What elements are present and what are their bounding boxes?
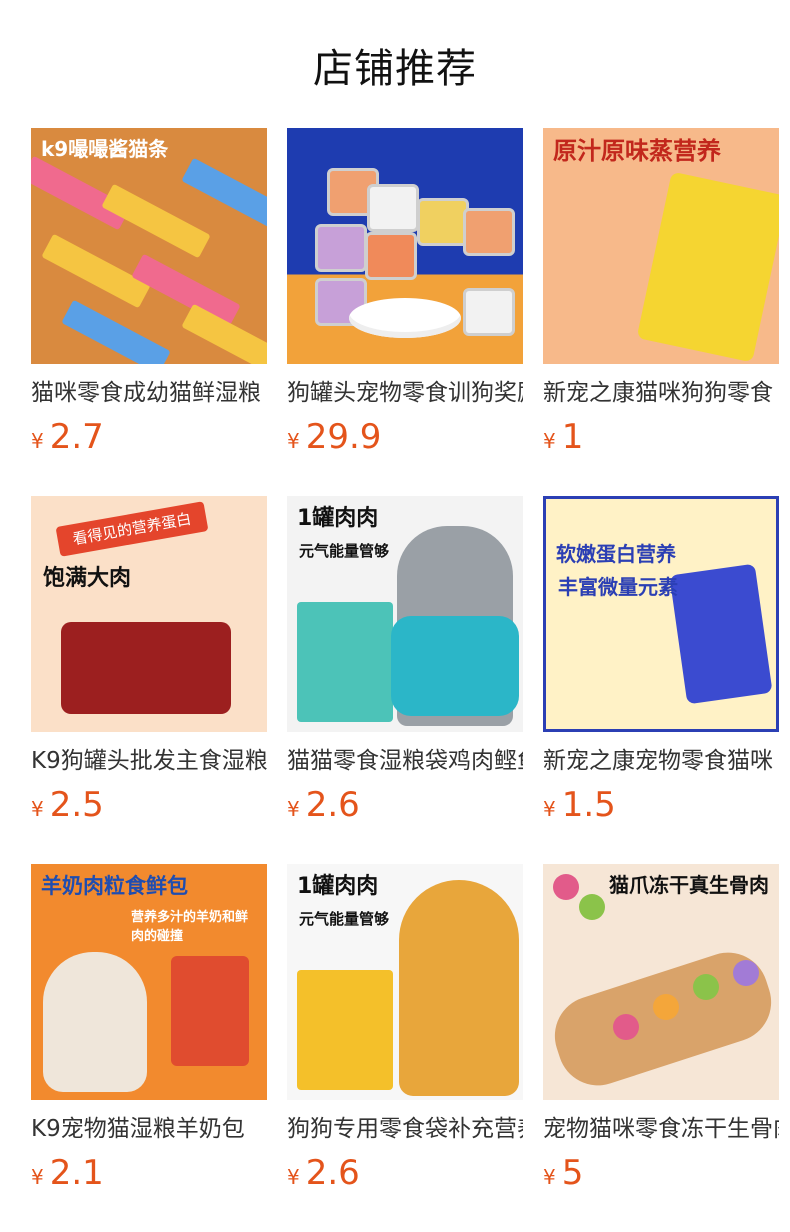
image-caption: 看得见的营养蛋白	[55, 501, 209, 557]
price-value: 29.9	[305, 417, 382, 457]
product-name[interactable]: 猫猫零食湿粮袋鸡肉鲣鱼	[287, 746, 523, 776]
product-card[interactable]: k9嘬嘬酱猫条 猫咪零食成幼猫鲜湿粮 ¥2.7	[31, 128, 267, 460]
product-price: ¥2.5	[31, 782, 267, 828]
currency-symbol: ¥	[543, 1165, 556, 1189]
product-price: ¥2.6	[287, 782, 523, 828]
currency-symbol: ¥	[31, 797, 44, 821]
product-price: ¥1	[543, 414, 779, 460]
image-caption: k9嘬嘬酱猫条	[41, 137, 169, 161]
image-caption: 羊奶肉粒食鲜包	[41, 874, 188, 898]
image-caption-2: 饱满大肉	[43, 566, 132, 591]
product-name[interactable]: 狗罐头宠物零食训狗奖励	[287, 378, 523, 408]
price-value: 2.7	[49, 417, 104, 457]
price-value: 1	[561, 417, 584, 457]
currency-symbol: ¥	[543, 429, 556, 453]
price-value: 2.1	[49, 1153, 104, 1193]
currency-symbol: ¥	[287, 1165, 300, 1189]
currency-symbol: ¥	[31, 1165, 44, 1189]
product-price: ¥2.1	[31, 1150, 267, 1196]
product-image[interactable]: 软嫩蛋白营养 丰富微量元素	[543, 496, 779, 732]
product-price: ¥2.6	[287, 1150, 523, 1196]
image-caption-2: 元气能量管够	[299, 542, 390, 560]
product-card[interactable]: 羊奶肉粒食鲜包 营养多汁的羊奶和鲜肉的碰撞 K9宠物猫湿粮羊奶包 ¥2.1	[31, 864, 267, 1196]
product-name[interactable]: K9狗罐头批发主食湿粮	[31, 746, 267, 776]
product-image[interactable]: 1罐肉肉 元气能量管够	[287, 496, 523, 732]
product-card[interactable]: 1罐肉肉 元气能量管够 猫猫零食湿粮袋鸡肉鲣鱼 ¥2.6	[287, 496, 523, 828]
product-name[interactable]: 新宠之康宠物零食猫咪	[543, 746, 779, 776]
currency-symbol: ¥	[31, 429, 44, 453]
image-caption: 软嫩蛋白营养	[556, 542, 676, 566]
price-value: 5	[561, 1153, 584, 1193]
product-name[interactable]: K9宠物猫湿粮羊奶包	[31, 1114, 267, 1144]
product-card[interactable]: 猫爪冻干真生骨肉 宠物猫咪零食冻干生骨肉 ¥5	[543, 864, 779, 1196]
image-caption: 1罐肉肉	[297, 874, 379, 899]
image-caption: 猫爪冻干真生骨肉	[609, 873, 769, 897]
product-image[interactable]: 猫爪冻干真生骨肉	[543, 864, 779, 1100]
product-image[interactable]: 1罐肉肉 元气能量管够	[287, 864, 523, 1100]
product-image[interactable]	[287, 128, 523, 364]
price-value: 1.5	[561, 785, 616, 825]
product-image[interactable]: k9嘬嘬酱猫条	[31, 128, 267, 364]
product-image[interactable]: 原汁原味蒸营养	[543, 128, 779, 364]
image-caption: 原汁原味蒸营养	[553, 137, 721, 165]
product-price: ¥1.5	[543, 782, 779, 828]
product-grid: k9嘬嘬酱猫条 猫咪零食成幼猫鲜湿粮 ¥2.7 狗罐头宠物零食训狗奖励 ¥29.…	[0, 0, 790, 1232]
product-price: ¥2.7	[31, 414, 267, 460]
image-caption-2: 丰富微量元素	[558, 575, 678, 599]
currency-symbol: ¥	[543, 797, 556, 821]
image-caption: 1罐肉肉	[297, 506, 379, 531]
product-name[interactable]: 新宠之康猫咪狗狗零食	[543, 378, 779, 408]
price-value: 2.5	[49, 785, 104, 825]
product-name[interactable]: 宠物猫咪零食冻干生骨肉	[543, 1114, 779, 1144]
product-card[interactable]: 软嫩蛋白营养 丰富微量元素 新宠之康宠物零食猫咪 ¥1.5	[543, 496, 779, 828]
price-value: 2.6	[305, 1153, 360, 1193]
product-card[interactable]: 狗罐头宠物零食训狗奖励 ¥29.9	[287, 128, 523, 460]
product-name[interactable]: 狗狗专用零食袋补充营养	[287, 1114, 523, 1144]
price-value: 2.6	[305, 785, 360, 825]
currency-symbol: ¥	[287, 797, 300, 821]
product-image[interactable]: 羊奶肉粒食鲜包 营养多汁的羊奶和鲜肉的碰撞	[31, 864, 267, 1100]
image-caption-2: 元气能量管够	[299, 910, 390, 928]
product-image[interactable]: 看得见的营养蛋白 饱满大肉	[31, 496, 267, 732]
product-price: ¥29.9	[287, 414, 523, 460]
product-card[interactable]: 1罐肉肉 元气能量管够 狗狗专用零食袋补充营养 ¥2.6	[287, 864, 523, 1196]
product-price: ¥5	[543, 1150, 779, 1196]
currency-symbol: ¥	[287, 429, 300, 453]
product-name[interactable]: 猫咪零食成幼猫鲜湿粮	[31, 378, 267, 408]
product-card[interactable]: 看得见的营养蛋白 饱满大肉 K9狗罐头批发主食湿粮 ¥2.5	[31, 496, 267, 828]
product-card[interactable]: 原汁原味蒸营养 新宠之康猫咪狗狗零食 ¥1	[543, 128, 779, 460]
image-caption-2: 营养多汁的羊奶和鲜肉的碰撞	[131, 910, 249, 944]
